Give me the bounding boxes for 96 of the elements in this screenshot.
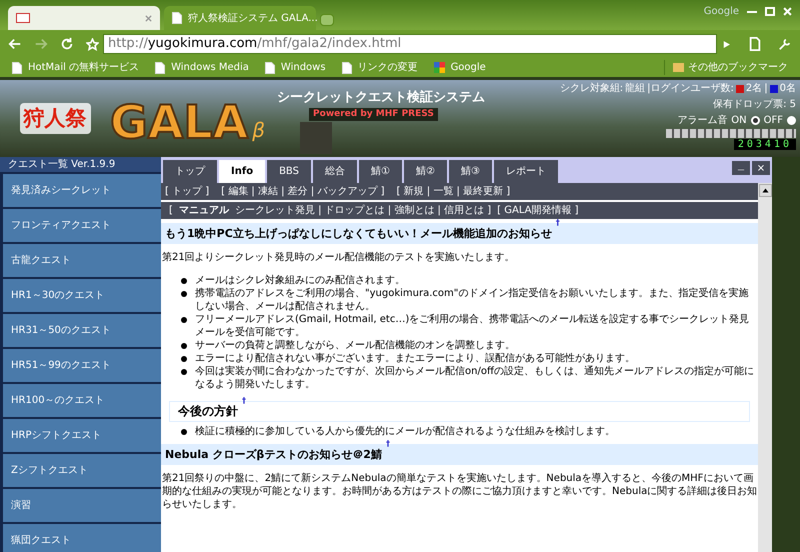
team-count: 0名 [780, 82, 796, 96]
bookmark-link[interactable]: Windows Media [155, 60, 249, 75]
sidebar-item[interactable]: HR100～のクエスト [3, 384, 161, 417]
alarm-radio[interactable]: ON [731, 113, 760, 128]
target-value: 龍組 [625, 82, 646, 96]
google-icon [434, 62, 445, 73]
paragraph: 第21回よりシークレット発見時のメール配信機能のテストを実施いたします。 [161, 251, 516, 264]
menu-link[interactable]: [ 編集 | 凍結 | 差分 | バックアップ ] [221, 184, 385, 199]
bullet-icon [181, 317, 187, 323]
panel-tab[interactable]: 総合 [312, 160, 357, 183]
separator: | [764, 82, 768, 96]
beta-mark: β [252, 117, 266, 144]
bookmark-link[interactable]: Windows [264, 60, 326, 75]
subtitle: シークレットクエスト検証システム [277, 89, 486, 107]
tab-title: 狩人祭検証システム GALA... [188, 12, 318, 26]
page-icon [155, 62, 166, 74]
panel-tab[interactable]: 鯖① [358, 160, 402, 183]
bullet-icon [181, 278, 187, 284]
scroll-up-icon[interactable] [758, 184, 772, 197]
panel-tab[interactable]: トップ [163, 160, 217, 183]
minimize-button[interactable]: ＿ [732, 161, 750, 175]
sidebar-item[interactable]: 発見済みシークレット [3, 174, 161, 207]
panel-tab[interactable]: Info [219, 160, 266, 183]
new-tab-icon[interactable] [320, 14, 334, 26]
bullet-item: 検証に積極的に参加している人から優先的にメールが配信されるような仕組みを検討します。 [195, 425, 615, 438]
sidebar-title: クエスト一覧 Ver.1.9.9 [0, 157, 161, 172]
users-label: |ログインユーザ数: [647, 82, 734, 96]
page-icon [172, 12, 182, 24]
corner-label: Google [704, 5, 739, 19]
sidebar-item[interactable]: フロンティアクエスト [3, 209, 161, 242]
team-swatch [736, 84, 744, 92]
sidebar-item[interactable]: HRPシフトクエスト [3, 419, 161, 452]
bullet-icon [181, 429, 187, 435]
sidebar-item[interactable]: 猟団クエスト [3, 524, 161, 552]
page-icon [12, 62, 22, 74]
submenu-link[interactable]: [ GALA開発情報 ] [497, 203, 579, 218]
bullet-item: 今回は実装が間に合わなかったですが、次回からメール配信on/offの設定、もしくは、通知先メールアドレスの指定が可能になるよう開発いたします。 [195, 365, 754, 391]
panel-tab[interactable]: 鯖② [404, 160, 447, 183]
reload-icon[interactable] [60, 37, 74, 51]
target-label: シクレ対象組: [560, 82, 624, 96]
bullet-icon [181, 343, 187, 349]
bullet-item: サーバーの負荷と調整しながら、メール配信機能のオンを調整します。 [195, 339, 515, 352]
address-field[interactable]: http://yugokimura.com/mhf/gala2/index.html [103, 34, 717, 54]
wrench-icon[interactable] [778, 37, 792, 51]
maximize-icon[interactable] [765, 7, 775, 16]
panel-tab[interactable]: レポート [494, 160, 558, 183]
bullet-item: エラーにより配信されない事がございます。またエラーにより、誤配信がある可能性があります。 [195, 352, 635, 365]
mail-icon [16, 13, 30, 23]
go-icon[interactable] [721, 38, 732, 50]
bullet-item: メールはシクレ対象組みにのみ配信されます。 [195, 274, 405, 287]
browser-tab[interactable]: 狩人祭検証システム GALA... [164, 6, 316, 30]
character-placeholder [300, 122, 332, 154]
festival-logo: 狩人祭 [20, 102, 90, 134]
sidebar-item[interactable]: 演習 [3, 489, 161, 522]
bullet-item: 携帯電話のアドレスをご利用の場合、"yugokimura.com"のドメイン指定受信をお願いいたします。また、指定受信を実施しない場合、メールは配信されません。 [195, 287, 750, 313]
paragraph: 第21回祭りの中盤に、2鯖にて新システムNebulaの簡単なテストを実施いたします。Nebulaを導入すると、今後のMHFにおいて画期的な仕組みの実現が可能となります。お時間がある方はテストの際にご協力頂けますと幸いです。Nebulaに関する詳細は後日お知らせいたします。 [161, 472, 758, 511]
submenu-link[interactable]: マニュアル [178, 203, 229, 218]
sidebar-item[interactable]: Zシフトクエスト [3, 454, 161, 487]
page-icon [264, 62, 275, 74]
close-icon[interactable] [145, 14, 152, 22]
team-swatch [770, 84, 778, 92]
submenu-link[interactable]: シークレット発見 | ドロップとは | 強制とは | 信用とは ] [234, 203, 492, 218]
bookmark-link[interactable]: HotMail の無料サービス [12, 60, 140, 75]
team-count: 2名 [746, 82, 762, 96]
sidebar-item[interactable]: 古龍クエスト [3, 244, 161, 277]
gala-logo: GALA [110, 99, 248, 145]
alarm-radio[interactable]: OFF [764, 113, 796, 128]
other-bookmarks[interactable]: その他のブックマーク [664, 60, 788, 75]
bookmark-link[interactable]: リンクの変更 [342, 60, 418, 75]
folder-icon [673, 63, 684, 72]
page-icon [342, 62, 352, 74]
alarm-label: アラーム音 [677, 114, 728, 128]
sidebar-item[interactable]: HR31～50のクエスト [3, 314, 161, 347]
bullet-item: フリーメールアドレス(Gmail, Hotmail, etc…)をご利用の場合、携帯電話へのメール転送を設定する事でシークレット発見メールを受信可能です。 [195, 313, 750, 339]
sidebar-item[interactable]: HR51～99のクエスト [3, 349, 161, 382]
bookmark-link[interactable]: Google [434, 60, 486, 75]
sidebar-item[interactable]: HR1～30のクエスト [3, 279, 161, 312]
bullet-icon [181, 356, 187, 362]
bullet-icon [181, 291, 187, 297]
panel-tab[interactable]: 鯖③ [448, 160, 492, 183]
menu-link[interactable]: [ 新規 | 一覧 | 最終更新 ] [396, 184, 510, 199]
browser-tab[interactable] [8, 6, 160, 30]
back-icon[interactable] [8, 37, 22, 51]
close-button[interactable]: × [752, 161, 770, 175]
minimize-icon[interactable] [747, 10, 757, 12]
page-menu-icon[interactable] [748, 37, 762, 51]
bullet-icon [181, 369, 187, 375]
scrollbar[interactable] [758, 183, 772, 552]
forward-icon[interactable] [34, 37, 48, 51]
menu-link[interactable]: [ トップ ] [165, 184, 210, 199]
star-icon[interactable] [86, 38, 99, 50]
submenu-link[interactable]: [ [169, 203, 173, 218]
counter-display: 203410 [734, 139, 796, 150]
powered-by: Powered by MHF PRESS [309, 108, 438, 121]
panel-tab[interactable]: BBS [267, 160, 311, 183]
drop-count: 保有ドロップ票: 5 [713, 98, 796, 112]
